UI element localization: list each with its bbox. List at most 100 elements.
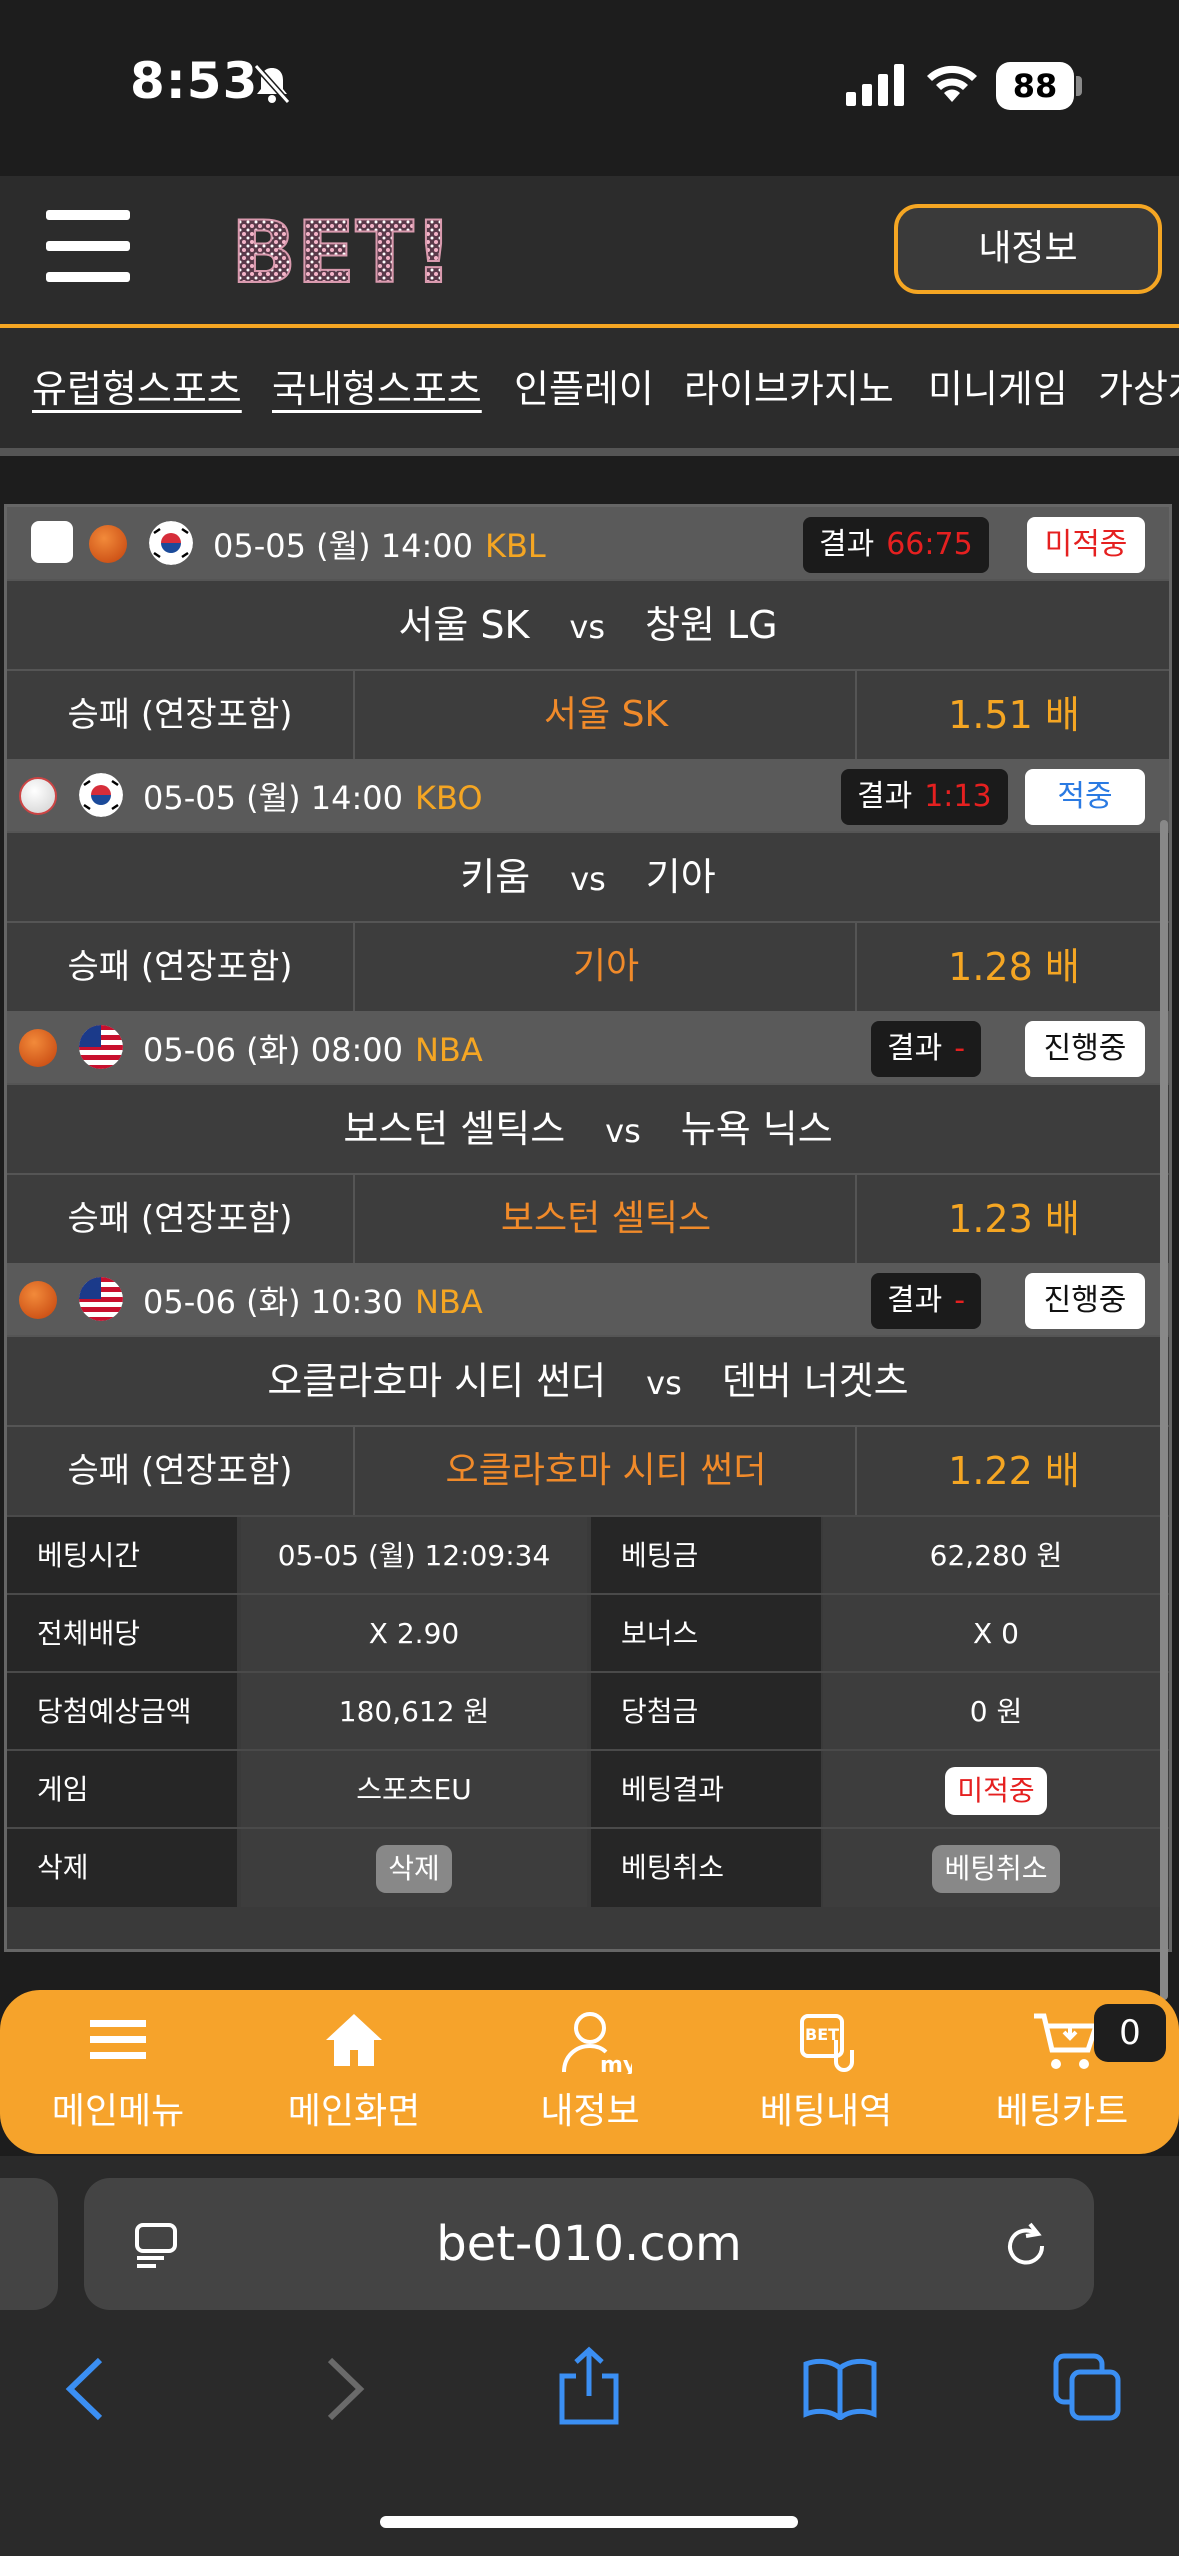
wifi-icon — [927, 65, 977, 102]
label-bonus: 보너스 — [591, 1595, 821, 1673]
summary-row: 당첨예상금액 180,612 원 당첨금 0 원 — [7, 1671, 1169, 1751]
bet-type: 승패 (연장포함) — [7, 671, 355, 761]
bet-type: 승패 (연장포함) — [7, 1427, 355, 1517]
basketball-icon — [89, 525, 127, 563]
cart-count-badge: 0 — [1094, 2004, 1166, 2062]
bottom-label: 베팅내역 — [759, 2091, 893, 2132]
bet-type: 승패 (연장포함) — [7, 1175, 355, 1265]
result-box: 결과 1:13 — [841, 769, 1008, 825]
bet-row: 승패 (연장포함) 오클라호마 시티 썬더 1.22 배 — [7, 1425, 1169, 1517]
status-badge: 미적중 — [1027, 517, 1145, 573]
user-icon: my — [562, 2012, 632, 2074]
game-header: 05-05 (월) 14:00 KBL 결과 66:75 미적중 — [7, 507, 1169, 579]
label-game: 게임 — [7, 1751, 237, 1829]
bet-odds: 1.22 배 — [948, 1449, 1080, 1493]
tab-minigame[interactable]: 미니게임 — [928, 358, 1068, 413]
usa-flag-icon — [79, 1277, 123, 1321]
back-icon[interactable] — [62, 2356, 108, 2422]
share-icon[interactable] — [556, 2346, 622, 2426]
tab-inplay[interactable]: 인플레이 — [514, 358, 654, 413]
bookmarks-icon[interactable] — [802, 2356, 878, 2420]
svg-text:BET!: BET! — [231, 203, 453, 300]
value-bet-amount: 62,280 원 — [823, 1517, 1169, 1595]
baseball-icon — [19, 777, 57, 815]
tabs-icon[interactable] — [1052, 2352, 1124, 2424]
label-winnings: 당첨금 — [591, 1673, 821, 1751]
bet-row: 승패 (연장포함) 보스턴 셀틱스 1.23 배 — [7, 1173, 1169, 1265]
bet-pick: 보스턴 셀틱스 — [357, 1175, 857, 1265]
category-nav: 유럽형스포츠 국내형스포츠 인플레이 라이브카지노 미니게임 가상게 — [0, 324, 1179, 454]
select-checkbox[interactable] — [31, 521, 73, 563]
label-bet-amount: 베팅금 — [591, 1517, 821, 1595]
site-header: BET! 내정보 — [0, 176, 1179, 326]
summary-row: 베팅시간 05-05 (월) 12:09:34 베팅금 62,280 원 — [7, 1515, 1169, 1595]
reload-icon[interactable] — [1002, 2220, 1050, 2270]
bet-type: 승패 (연장포함) — [7, 923, 355, 1013]
game-datetime: 05-05 (월) 14:00 KBL — [213, 527, 546, 565]
korea-flag-icon — [79, 773, 123, 817]
label-total-odds: 전체배당 — [7, 1595, 237, 1673]
value-bet-cancel: 베팅취소 — [823, 1829, 1169, 1907]
value-bet-result: 미적중 — [823, 1751, 1169, 1829]
bet-history-icon: BET — [800, 2014, 854, 2072]
myinfo-button[interactable]: 내정보 — [894, 204, 1162, 294]
result-box: 결과 - — [871, 1273, 982, 1329]
tab-virtual-game[interactable]: 가상게 — [1098, 358, 1179, 413]
status-badge: 적중 — [1025, 769, 1145, 825]
delete-button[interactable]: 삭제 — [376, 1845, 452, 1893]
menu-lines-icon — [90, 2020, 146, 2059]
scrollbar[interactable] — [1160, 820, 1168, 2000]
label-bet-time: 베팅시간 — [7, 1517, 237, 1595]
value-delete: 삭제 — [241, 1829, 587, 1907]
summary-row: 게임 스포츠EU 베팅결과 미적중 — [7, 1749, 1169, 1829]
label-bet-cancel: 베팅취소 — [591, 1829, 821, 1907]
label-bet-result: 베팅결과 — [591, 1751, 821, 1829]
battery-level: 88 — [996, 62, 1074, 110]
result-box: 결과 - — [871, 1021, 982, 1077]
usa-flag-icon — [79, 1025, 123, 1069]
site-logo[interactable]: BET! — [178, 200, 506, 300]
match-row: 오클라호마 시티 썬더 vs 덴버 너겟츠 — [7, 1335, 1169, 1425]
basketball-icon — [19, 1281, 57, 1319]
home-indicator — [380, 2516, 798, 2528]
value-expected-win: 180,612 원 — [241, 1673, 587, 1751]
menu-icon[interactable] — [46, 210, 130, 282]
tab-domestic-sports[interactable]: 국내형스포츠 — [272, 358, 482, 413]
game-datetime: 05-06 (화) 10:30 NBA — [143, 1283, 483, 1321]
bet-odds: 1.23 배 — [948, 1197, 1080, 1241]
bottom-menu: 메인메뉴 메인화면 my 내정보 BET 베팅내역 베팅카트 — [0, 1990, 1179, 2154]
bottom-main-menu[interactable]: 메인메뉴 — [0, 1990, 236, 2154]
bottom-label: 메인화면 — [287, 2091, 421, 2132]
cart-icon — [1034, 2013, 1100, 2069]
bottom-home[interactable]: 메인화면 — [236, 1990, 472, 2154]
game-header: 05-06 (화) 08:00 NBA 결과 - 진행중 — [7, 1011, 1169, 1083]
url-text: bet-010.com — [436, 2216, 742, 2272]
label-expected-win: 당첨예상금액 — [7, 1673, 237, 1751]
tab-live-casino[interactable]: 라이브카지노 — [684, 358, 894, 413]
summary-row: 전체배당 X 2.90 보너스 X 0 — [7, 1593, 1169, 1673]
value-bet-time: 05-05 (월) 12:09:34 — [241, 1517, 587, 1595]
svg-text:my: my — [600, 2053, 632, 2074]
value-winnings: 0 원 — [823, 1673, 1169, 1751]
game-datetime: 05-05 (월) 14:00 KBO — [143, 779, 483, 817]
label-delete: 삭제 — [7, 1829, 237, 1907]
bottom-myinfo[interactable]: my 내정보 — [472, 1990, 708, 2154]
bet-cancel-button[interactable]: 베팅취소 — [932, 1845, 1060, 1893]
basketball-icon — [19, 1029, 57, 1067]
silent-bell-icon — [253, 64, 291, 104]
bottom-bet-history[interactable]: BET 베팅내역 — [708, 1990, 944, 2154]
forward-icon[interactable] — [322, 2356, 368, 2422]
bottom-label: 메인메뉴 — [51, 2091, 185, 2132]
previous-tab-preview[interactable] — [0, 2178, 58, 2310]
status-badge: 진행중 — [1025, 1021, 1145, 1077]
bottom-label: 내정보 — [540, 2091, 640, 2132]
address-bar[interactable]: bet-010.com — [84, 2178, 1094, 2310]
status-time: 8:53 — [130, 52, 259, 110]
game-header: 05-05 (월) 14:00 KBO 결과 1:13 적중 — [7, 759, 1169, 831]
status-bar: 8:53 88 — [0, 0, 1179, 176]
korea-flag-icon — [149, 521, 193, 565]
bet-odds: 1.28 배 — [948, 945, 1080, 989]
bet-row: 승패 (연장포함) 기아 1.28 배 — [7, 921, 1169, 1013]
tab-european-sports[interactable]: 유럽형스포츠 — [32, 358, 242, 413]
bottom-label: 베팅카트 — [995, 2091, 1129, 2132]
